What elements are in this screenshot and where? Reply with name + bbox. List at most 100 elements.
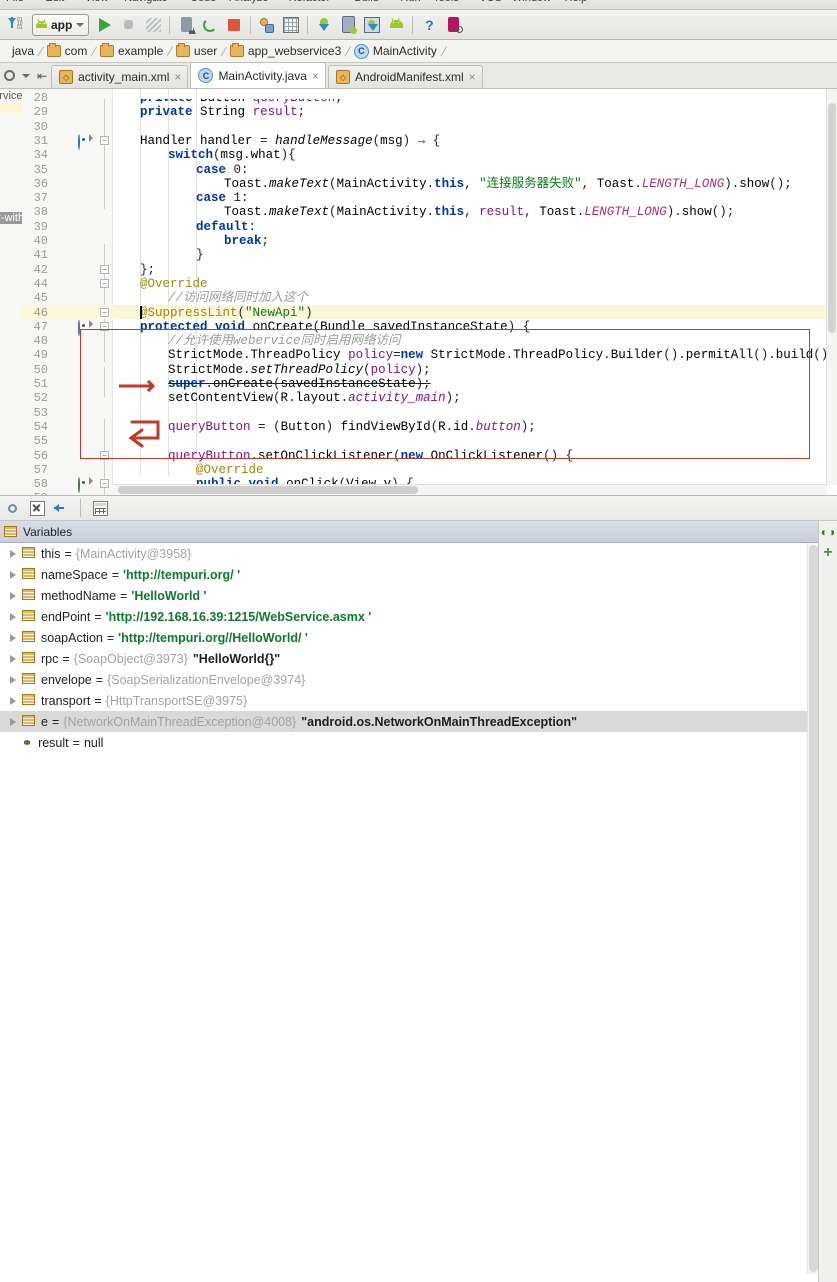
help-button[interactable]: ? — [418, 14, 440, 36]
evaluate-expression-button[interactable] — [91, 499, 109, 517]
code-fold-toggle[interactable]: − — [100, 321, 109, 331]
code-line[interactable]: //访问网络同时加入这个 — [112, 291, 308, 305]
breadcrumb-item-app-webservice3[interactable]: app_webservice3 — [229, 43, 344, 58]
expand-toggle[interactable] — [6, 633, 19, 642]
attach-debugger-button[interactable] — [175, 14, 197, 36]
menu-item-navigate[interactable]: Navigate — [124, 0, 167, 4]
stop-button[interactable] — [223, 14, 245, 36]
variable-row[interactable]: e = {NetworkOnMainThreadException@4008} "an… — [0, 711, 819, 732]
code-line[interactable]: switch(msg.what){ — [112, 148, 296, 162]
breadcrumb-item-user[interactable]: user — [175, 43, 220, 58]
code-line[interactable]: } — [112, 248, 204, 262]
chevron-down-icon[interactable] — [76, 22, 85, 27]
menu-item-analyze[interactable]: Analyze — [229, 0, 268, 4]
left-tool-rail[interactable]: ...ervice ...r-with — [0, 89, 23, 495]
close-icon[interactable]: × — [469, 71, 476, 83]
profiler-button[interactable] — [313, 14, 335, 36]
breakpoint-icon[interactable] — [78, 319, 93, 336]
code-line[interactable]: //允许使用webervice同时启用网络访问 — [112, 334, 401, 348]
code-fold-toggle[interactable]: − — [100, 307, 109, 317]
scrollbar-thumb[interactable] — [118, 486, 418, 494]
menu-item-file[interactable]: File — [6, 0, 24, 4]
scrollbar-thumb[interactable] — [809, 545, 818, 1272]
code-line[interactable]: StrictMode.ThreadPolicy policy=new Stric… — [112, 348, 827, 362]
expand-toggle[interactable] — [6, 591, 19, 600]
code-line[interactable]: Toast.makeText(MainActivity.this, "连接服务器… — [112, 177, 792, 191]
menu-item-help[interactable]: Help — [565, 0, 588, 4]
search-everywhere-button[interactable] — [442, 14, 464, 36]
code-fold-toggle[interactable]: − — [100, 135, 109, 145]
code-line[interactable]: }; — [112, 263, 155, 277]
breadcrumb-item-example[interactable]: example — [99, 43, 166, 58]
chevron-down-icon[interactable] — [22, 73, 30, 78]
close-icon[interactable]: × — [312, 70, 319, 82]
breadcrumb-item-com[interactable]: com — [46, 43, 91, 58]
variable-row[interactable]: envelope = {SoapSerializationEnvelope@3974… — [0, 669, 819, 690]
tab-androidmanifest-xml[interactable]: ◇ AndroidManifest.xml × — [327, 65, 483, 88]
code-fold-toggle[interactable]: − — [100, 278, 109, 288]
code-line[interactable]: case 0: — [112, 163, 249, 177]
variable-row[interactable]: soapAction ='http://tempuri.org//HelloWor… — [0, 627, 819, 648]
menu-item-edit[interactable]: Edit — [45, 0, 64, 4]
code-line[interactable]: break; — [112, 234, 269, 248]
variable-row[interactable]: ⚭ result = null — [0, 732, 819, 753]
breakpoint-dot[interactable] — [78, 319, 93, 336]
breakpoint-icon[interactable] — [78, 133, 93, 150]
expand-toggle[interactable] — [6, 696, 19, 705]
breadcrumb-item-java[interactable]: java — [8, 44, 37, 58]
code-line[interactable]: private String result; — [112, 105, 305, 119]
code-line[interactable]: protected void onCreate(Bundle savedInst… — [112, 320, 530, 334]
menu-item-refactor[interactable]: Refactor — [289, 0, 331, 4]
restore-layout-button[interactable] — [52, 499, 70, 517]
expand-toggle[interactable] — [6, 675, 19, 684]
menu-item-vcs[interactable]: VCS — [479, 0, 502, 4]
editor-gutter[interactable]: 28 29 30 31 − 34 35 36 37 38 39 40 41 42 − 44 − 45 46 − 47 − 4… — [22, 89, 113, 495]
variable-row[interactable]: this = {MainActivity@3958} — [0, 543, 819, 564]
code-line[interactable]: queryButton = (Button) findViewById(R.id… — [112, 420, 536, 434]
code-line[interactable]: private Button queryButton; — [112, 99, 343, 105]
watch-view-button[interactable]: ◐◑ — [819, 521, 837, 543]
view-breakpoints-button[interactable] — [28, 499, 46, 517]
tab-activity-main-xml[interactable]: ◇ activity_main.xml × — [51, 65, 189, 88]
avd-manager-button[interactable] — [280, 14, 302, 36]
add-watch-button[interactable]: + — [819, 543, 837, 563]
android-sync-button[interactable] — [385, 14, 407, 36]
editor-horizontal-scrollbar[interactable] — [112, 484, 827, 495]
expand-toggle[interactable] — [6, 549, 19, 558]
menu-item-window[interactable]: Window — [512, 0, 551, 4]
menu-item-tools[interactable]: Tools — [433, 0, 459, 4]
code-line[interactable]: Handler handler = handleMessage(msg) → { — [112, 134, 440, 148]
sync-project-gradle-files-button[interactable]: 01 10 01 — [5, 14, 27, 36]
variable-row[interactable]: nameSpace ='http://tempuri.org/ ' — [0, 564, 819, 585]
variables-list[interactable]: this = {MainActivity@3958} nameSpace ='http:… — [0, 543, 819, 1282]
run-configuration-selector[interactable]: app — [32, 13, 90, 36]
variable-row[interactable]: endPoint ='http://192.168.16.39:1215/WebS… — [0, 606, 819, 627]
scrollbar-thumb[interactable] — [828, 103, 836, 333]
code-line[interactable]: case 1: — [112, 191, 249, 205]
code-line[interactable]: queryButton.setOnClickListener(new OnCli… — [112, 449, 573, 463]
variable-row[interactable]: transport = {HttpTransportSE@3975} — [0, 690, 819, 711]
expand-toggle[interactable] — [6, 654, 19, 663]
left-rail-label-service[interactable]: ...ervice — [0, 90, 22, 102]
code-line[interactable]: @Override — [112, 277, 208, 291]
breakpoint-icon[interactable] — [78, 477, 93, 494]
collapse-all-icon[interactable]: ⇤ — [37, 69, 47, 83]
code-fold-toggle[interactable]: − — [100, 479, 109, 489]
code-fold-toggle[interactable]: − — [100, 264, 109, 274]
expand-toggle[interactable] — [6, 612, 19, 621]
debug-button[interactable] — [118, 14, 140, 36]
code-line[interactable]: Toast.makeText(MainActivity.this, result… — [112, 205, 734, 219]
code-fold-toggle[interactable]: − — [100, 450, 109, 460]
left-rail-label-structure[interactable]: ...r-with — [0, 212, 22, 224]
code-line[interactable]: default: — [112, 220, 256, 234]
editor-vertical-scrollbar[interactable] — [826, 89, 837, 485]
rerun-button[interactable] — [199, 14, 221, 36]
menu-item-view[interactable]: View — [85, 0, 109, 4]
device-monitor-button[interactable] — [337, 14, 359, 36]
close-icon[interactable]: × — [174, 71, 181, 83]
menu-item-run[interactable]: Run — [400, 0, 420, 4]
sdk-manager-button[interactable] — [256, 14, 278, 36]
breakpoint-dot[interactable] — [78, 133, 93, 150]
code-line[interactable]: super.onCreate(savedInstanceState); — [112, 377, 431, 391]
mute-breakpoints-button[interactable] — [4, 499, 22, 517]
